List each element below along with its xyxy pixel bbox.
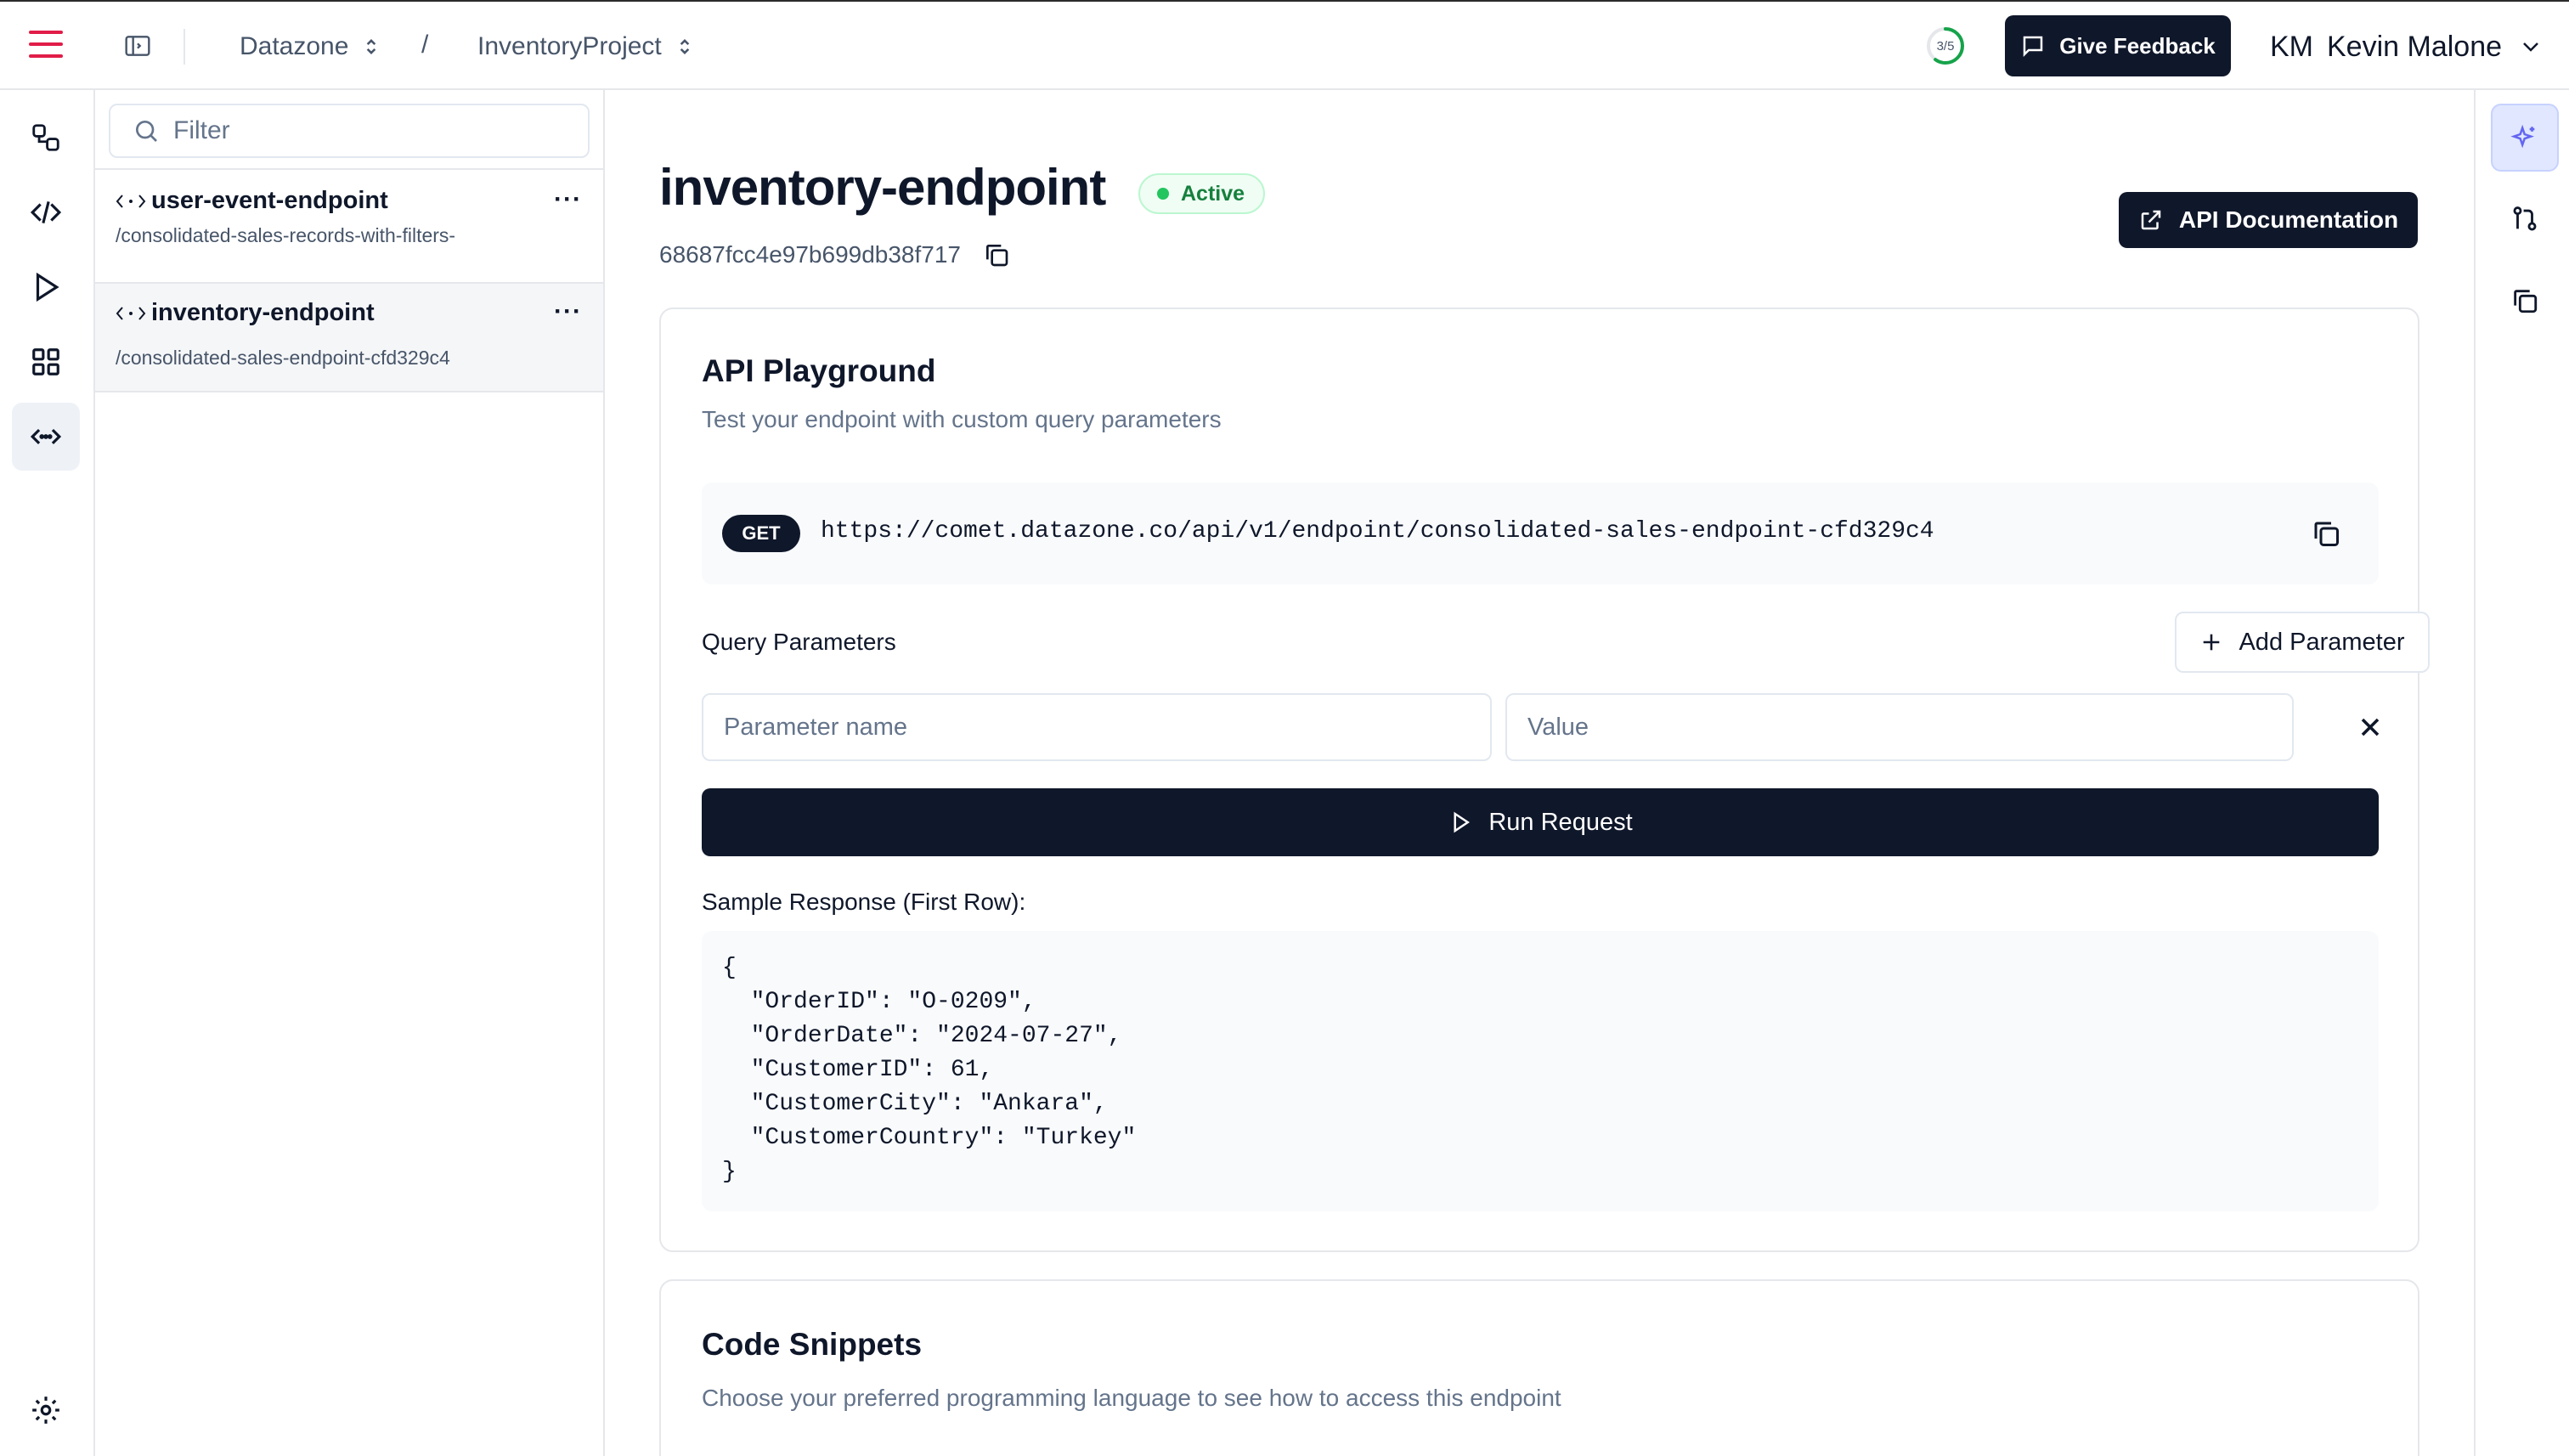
give-feedback-button[interactable]: Give Feedback — [2005, 15, 2231, 76]
parameter-value-input[interactable] — [1505, 693, 2294, 761]
more-options-icon[interactable]: ··· — [554, 185, 582, 214]
endpoint-list-item[interactable]: user-event-endpoint /consolidated-sales-… — [95, 168, 603, 282]
code-snippets-subtitle: Choose your preferred programming langua… — [702, 1385, 1561, 1411]
rail-endpoints-button[interactable] — [12, 403, 80, 471]
chevron-updown-icon — [367, 38, 376, 55]
play-icon — [36, 272, 59, 302]
endpoint-id-value: 68687fcc4e97b699db38f717 — [659, 241, 962, 268]
copy-panel-button[interactable] — [2491, 267, 2559, 335]
add-parameter-button[interactable]: Add Parameter — [2175, 612, 2430, 673]
playground-title: API Playground — [702, 353, 936, 388]
code-snippets-card: Code Snippets Choose your preferred prog… — [659, 1279, 2419, 1456]
sample-response-json: { "OrderID": "O-0209", "OrderDate": "202… — [722, 955, 1137, 1185]
endpoint-id: 68687fcc4e97b699db38f717 — [659, 241, 1010, 268]
copy-icon[interactable] — [2311, 518, 2341, 549]
endpoint-path: /consolidated-sales-endpoint-cfd329c4 — [116, 347, 450, 369]
code-snippets-title: Code Snippets — [702, 1327, 923, 1362]
endpoint-name: inventory-endpoint — [151, 299, 375, 326]
rail-settings-button[interactable] — [12, 1376, 80, 1444]
endpoint-icon — [116, 306, 146, 320]
play-icon — [1454, 811, 1471, 833]
chevron-down-icon — [2523, 42, 2538, 52]
right-tool-rail — [2474, 90, 2569, 1456]
grid-icon — [32, 348, 59, 375]
copy-icon — [2514, 290, 2538, 313]
workspace-label: Datazone — [240, 32, 349, 60]
api-documentation-label: API Documentation — [2178, 206, 2399, 233]
left-nav-rail — [0, 90, 95, 1456]
more-options-icon[interactable]: ··· — [554, 297, 582, 326]
endpoint-url-bar: GET https://comet.datazone.co/api/v1/end… — [702, 483, 2379, 584]
page-title: inventory-endpoint — [659, 159, 1106, 216]
status-label: Active — [1181, 181, 1245, 206]
plus-icon — [2204, 634, 2220, 651]
run-request-label: Run Request — [1488, 808, 1633, 836]
menu-icon[interactable] — [29, 31, 63, 59]
user-name: Kevin Malone — [2327, 30, 2503, 63]
filter-box[interactable] — [109, 104, 590, 158]
http-method-badge: GET — [722, 515, 800, 552]
sidebar-toggle-icon[interactable] — [124, 34, 155, 59]
message-icon — [2023, 36, 2043, 58]
version-control-button[interactable] — [2491, 185, 2559, 253]
endpoint-list-panel: user-event-endpoint /consolidated-sales-… — [95, 90, 605, 1456]
endpoint-list-item-selected[interactable]: inventory-endpoint /consolidated-sales-e… — [95, 282, 603, 392]
give-feedback-label: Give Feedback — [2059, 32, 2216, 59]
close-icon[interactable] — [2355, 712, 2386, 742]
sample-response-box: { "OrderID": "O-0209", "OrderDate": "202… — [702, 931, 2379, 1211]
rail-transform-button[interactable] — [12, 104, 80, 172]
external-link-icon — [2141, 210, 2161, 230]
query-parameters-label: Query Parameters — [702, 629, 896, 655]
transform-icon — [32, 124, 59, 151]
avatar: KM — [2270, 30, 2313, 63]
api-documentation-button[interactable]: API Documentation — [2119, 192, 2418, 248]
chevron-updown-icon — [680, 38, 690, 55]
add-parameter-label: Add Parameter — [2239, 628, 2405, 656]
copy-icon[interactable] — [983, 241, 1010, 268]
endpoint-icon — [30, 428, 62, 445]
parameter-name-input[interactable] — [702, 693, 1492, 761]
ai-assistant-button[interactable] — [2491, 104, 2559, 172]
endpoint-name: user-event-endpoint — [151, 187, 388, 214]
filter-input[interactable] — [173, 116, 581, 145]
project-selector[interactable]: InventoryProject — [477, 29, 692, 65]
sparkle-icon — [2510, 124, 2535, 149]
workspace-selector[interactable]: Datazone — [240, 29, 379, 65]
progress-label: 3/5 — [1936, 38, 1955, 54]
sample-response-label: Sample Response (First Row): — [702, 889, 1026, 915]
divider — [184, 29, 185, 65]
api-playground-card: API Playground Test your endpoint with c… — [659, 308, 2430, 1252]
user-menu[interactable]: KM Kevin Malone — [2270, 25, 2541, 68]
status-badge: Active — [1138, 173, 1266, 214]
run-request-button[interactable]: Run Request — [702, 788, 2379, 856]
gear-icon — [32, 1397, 59, 1424]
endpoint-url: https://comet.datazone.co/api/v1/endpoin… — [821, 518, 1934, 545]
git-branch-icon — [2513, 206, 2537, 231]
endpoint-path: /consolidated-sales-records-with-filters… — [116, 224, 456, 246]
status-dot — [1157, 188, 1169, 200]
search-icon — [136, 121, 157, 142]
code-icon — [30, 200, 62, 224]
rail-dashboard-button[interactable] — [12, 328, 80, 396]
project-label: InventoryProject — [477, 32, 662, 60]
breadcrumb-separator: / — [421, 31, 429, 59]
onboarding-progress[interactable]: 3/5 — [1925, 25, 1966, 66]
endpoint-icon — [116, 194, 146, 208]
main-content: inventory-endpoint Active 68687fcc4e97b6… — [605, 90, 2474, 1456]
rail-code-button[interactable] — [12, 178, 80, 246]
rail-run-button[interactable] — [12, 253, 80, 321]
playground-subtitle: Test your endpoint with custom query par… — [702, 406, 1222, 432]
top-bar: Datazone / InventoryProject 3/5 Give Fee… — [0, 0, 2569, 90]
